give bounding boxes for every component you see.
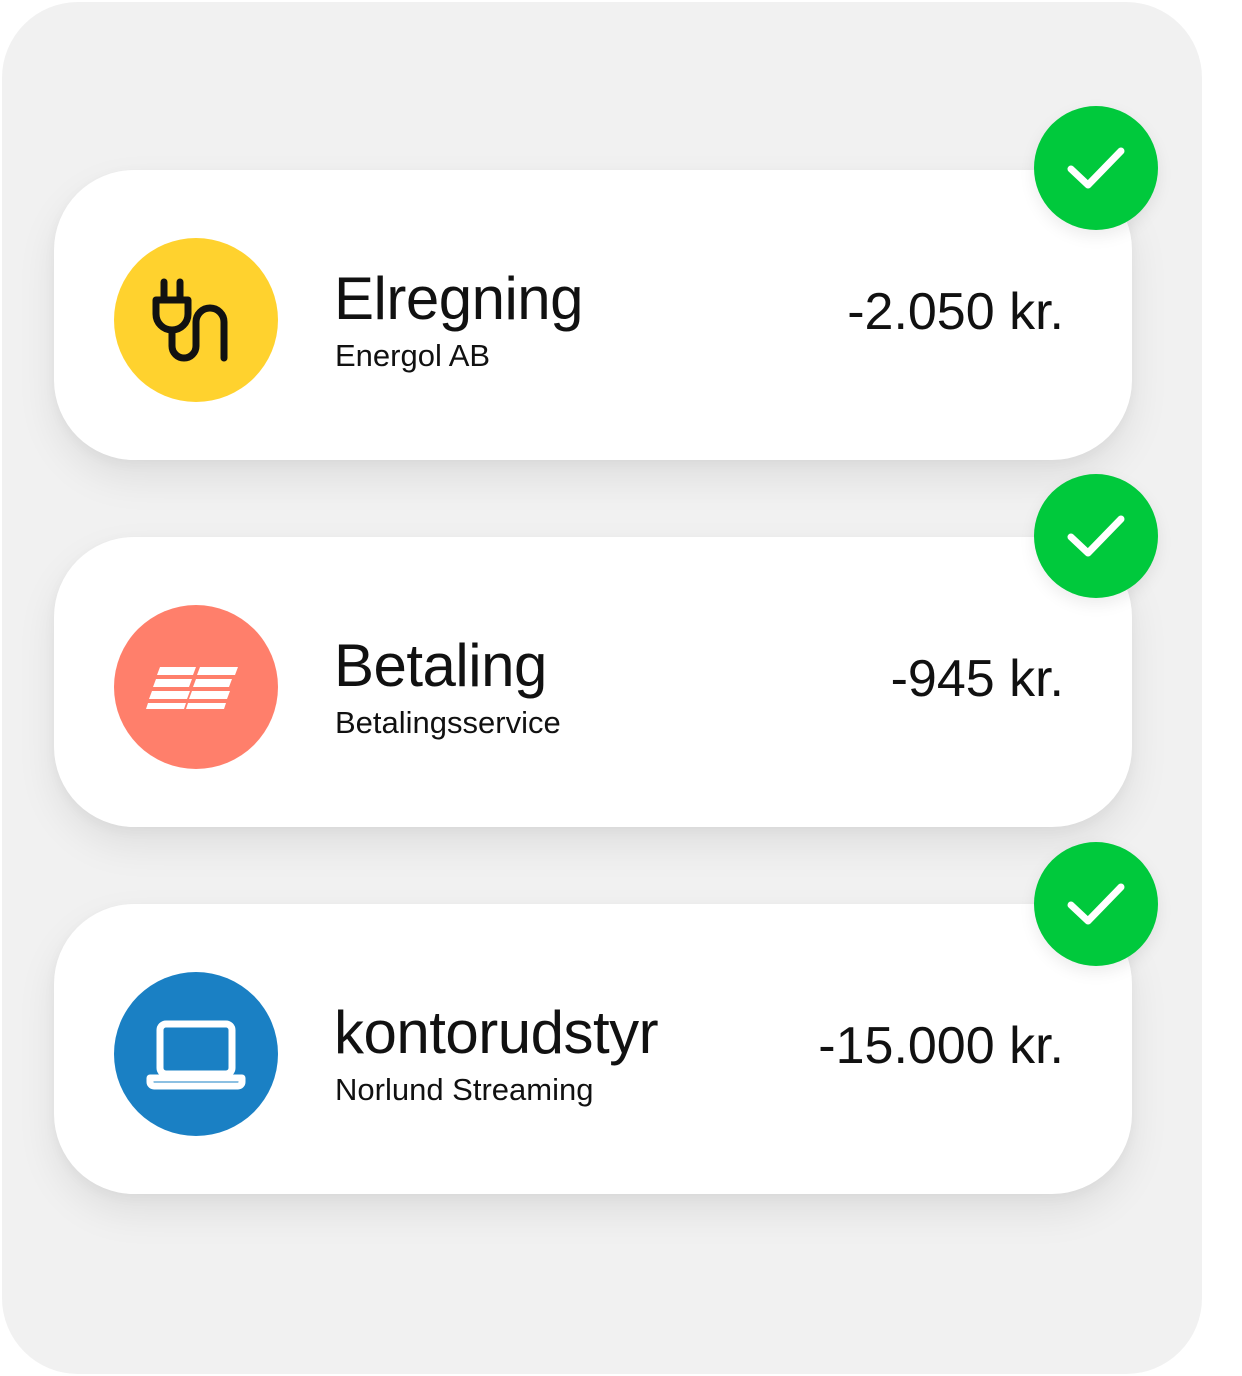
payment-payee: Betalingsservice [335, 705, 561, 740]
payee-avatar [114, 972, 278, 1136]
checkmark-icon [1067, 147, 1125, 189]
payment-title: kontorudstyr [334, 999, 659, 1066]
payments-panel: Elregning Energol AB -2.050 kr. Betaling… [2, 2, 1202, 1374]
payment-payee: Energol AB [335, 338, 491, 373]
checkmark-icon [1067, 515, 1125, 557]
power-plug-icon [152, 278, 228, 362]
payee-avatar [114, 605, 278, 769]
payment-payee: Norlund Streaming [335, 1072, 594, 1107]
betalingsservice-logo [146, 667, 238, 709]
success-badge [1034, 474, 1158, 598]
checkmark-icon [1067, 883, 1125, 925]
payment-amount: -15.000 kr. [818, 1017, 1064, 1075]
payment-amount: -945 kr. [890, 650, 1064, 708]
payment-amount: -2.050 kr. [847, 283, 1064, 341]
payment-title: Betaling [334, 632, 547, 699]
laptop-icon [146, 1020, 246, 1090]
success-badge [1034, 106, 1158, 230]
payment-card-kontorudstyr[interactable]: kontorudstyr Norlund Streaming -15.000 k… [54, 904, 1132, 1194]
payee-avatar [114, 238, 278, 402]
payment-card-elregning[interactable]: Elregning Energol AB -2.050 kr. [54, 170, 1132, 460]
payment-card-betaling[interactable]: Betaling Betalingsservice -945 kr. [54, 537, 1132, 827]
payment-title: Elregning [334, 265, 584, 332]
success-badge [1034, 842, 1158, 966]
